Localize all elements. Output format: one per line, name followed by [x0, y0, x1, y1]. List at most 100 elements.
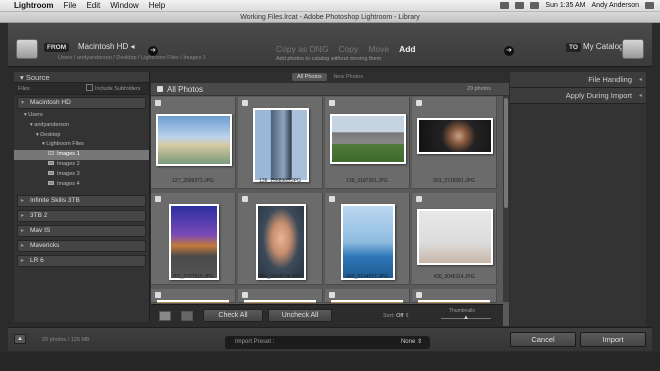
thumbnails-label: Thumbnails — [449, 308, 475, 314]
menubar-status: Sun 1:35 AM Andy Anderson — [500, 2, 660, 9]
menu-edit[interactable]: Edit — [86, 1, 100, 10]
window-title: Working Files.lrcat - Adobe Photoshop Li… — [0, 12, 660, 23]
menu-help[interactable]: Help — [149, 1, 165, 10]
photo-thumbnail[interactable] — [157, 300, 229, 303]
photo-thumbnail[interactable] — [329, 114, 406, 164]
include-subfolders-checkbox[interactable]: Include Subfolders — [86, 83, 141, 95]
uncheck-all-button[interactable]: Uncheck All — [268, 309, 332, 322]
photo-cell[interactable]: 430_3124527.JPG — [325, 193, 410, 285]
volume-mav-is[interactable]: Mav IS — [17, 225, 146, 238]
preset-value[interactable]: None ⇕ — [401, 336, 422, 349]
photo-thumbnail[interactable] — [244, 300, 316, 303]
battery-icon[interactable] — [530, 2, 540, 9]
mode-add[interactable]: Add — [399, 44, 416, 54]
thumbnail-size-slider[interactable]: ▲ — [441, 315, 491, 321]
photo-checkbox[interactable] — [155, 196, 161, 202]
tab-all-photos[interactable]: All Photos — [292, 73, 327, 81]
photo-cell[interactable]: 436_3048114.JPG — [412, 193, 497, 285]
photo-filename: 430_3124527.JPG — [346, 274, 388, 280]
folder-images-3[interactable]: Images 3 — [14, 170, 149, 180]
photo-cell[interactable]: 136_3187281.JPG — [325, 97, 410, 189]
photo-thumbnail[interactable] — [340, 203, 395, 280]
grid-view-icon[interactable] — [159, 311, 171, 321]
photo-checkbox[interactable] — [242, 196, 248, 202]
photo-cell[interactable]: 136_2568965.JPG — [238, 97, 323, 189]
mode-copy[interactable]: Copy — [338, 44, 358, 54]
volume-3tb-2[interactable]: 3TB 2 — [17, 210, 146, 223]
menu-lightroom[interactable]: Lightroom — [14, 1, 54, 10]
photo-thumbnail[interactable] — [416, 208, 493, 265]
sort-control[interactable]: Sort: Off ⇕ — [383, 313, 410, 319]
photo-thumbnail[interactable] — [155, 114, 232, 166]
user-name[interactable]: Andy Anderson — [592, 2, 639, 9]
photo-thumbnail[interactable] — [252, 108, 309, 182]
photo-cell[interactable]: 201_2715581.JPG — [412, 97, 497, 189]
catalog-drive-icon — [622, 39, 644, 59]
photo-thumbnail[interactable] — [416, 117, 493, 154]
import-preset-selector[interactable]: Import Preset : None ⇕ — [225, 336, 430, 349]
photo-cell[interactable]: 127_2589372.JPG — [151, 97, 236, 189]
grid-scrollbar[interactable] — [503, 96, 509, 302]
photo-checkbox[interactable] — [329, 100, 335, 106]
photo-cell[interactable] — [412, 289, 497, 303]
source-selector[interactable]: Macintosh HD ◂ — [78, 42, 134, 51]
volume-infinite-skills-3tb[interactable]: Infinite Skills 3TB — [17, 195, 146, 208]
panel-file-handling[interactable]: File Handling ◂ — [510, 72, 646, 88]
photo-checkbox[interactable] — [242, 100, 248, 106]
photo-thumbnail[interactable] — [168, 203, 219, 280]
photo-checkbox[interactable] — [329, 196, 335, 202]
volume-lr-6[interactable]: LR 6 — [17, 255, 146, 268]
cancel-button[interactable]: Cancel — [510, 332, 576, 347]
wifi-icon[interactable] — [515, 2, 525, 9]
folder-desktop[interactable]: ▾ Desktop — [14, 131, 149, 141]
photo-checkbox[interactable] — [242, 292, 248, 298]
menu-file[interactable]: File — [64, 1, 77, 10]
photo-checkbox[interactable] — [416, 196, 422, 202]
status-icon[interactable] — [500, 2, 510, 9]
clock[interactable]: Sun 1:35 AM — [545, 2, 585, 9]
filmstrip-strip — [0, 352, 660, 371]
select-all-checkbox[interactable] — [157, 86, 163, 92]
spotlight-icon[interactable] — [645, 2, 654, 9]
panel-apply-during-import[interactable]: Apply During Import ◂ — [510, 88, 646, 104]
tab-new-photos[interactable]: New Photos — [328, 73, 368, 81]
arrow-right-icon[interactable]: ➜ — [148, 46, 158, 56]
folder-images-2[interactable]: Images 2 — [14, 160, 149, 170]
source-panel-header[interactable]: ▾ Source — [14, 72, 149, 83]
photo-checkbox[interactable] — [329, 292, 335, 298]
photo-thumbnail[interactable] — [331, 300, 403, 303]
photo-cell[interactable]: 201_2727819.JPG — [151, 193, 236, 285]
scrollbar-thumb[interactable] — [504, 98, 508, 208]
photo-cell[interactable] — [151, 289, 236, 303]
folder-users[interactable]: ▾ Users — [14, 111, 149, 121]
check-all-button[interactable]: Check All — [203, 309, 263, 322]
photo-cell[interactable] — [238, 289, 323, 303]
photo-filename: 136_3187281.JPG — [346, 178, 388, 184]
photo-thumbnail[interactable] — [418, 300, 490, 303]
folder-andyanderson[interactable]: ▾ andyanderson — [14, 121, 149, 131]
folder-images-4[interactable]: Images 4 — [14, 180, 149, 190]
slider-knob[interactable]: ▲ — [463, 315, 469, 321]
photo-checkbox[interactable] — [416, 292, 422, 298]
photo-cell[interactable] — [325, 289, 410, 303]
folder-icon — [48, 151, 54, 156]
loupe-view-icon[interactable] — [181, 311, 193, 321]
folder-images-1[interactable]: Images 1 — [14, 150, 149, 160]
folder-lightroom-files[interactable]: ▾ Lightroom Files — [14, 140, 149, 150]
volume-mavericks[interactable]: Mavericks — [17, 240, 146, 253]
mode-copy-dng[interactable]: Copy as DNG — [276, 44, 328, 54]
photo-thumbnail[interactable] — [255, 203, 306, 280]
menu-window[interactable]: Window — [110, 1, 138, 10]
mode-move[interactable]: Move — [368, 44, 389, 54]
volume-list: Infinite Skills 3TB 3TB 2 Mav IS Mavericks L… — [14, 195, 149, 268]
import-button[interactable]: Import — [580, 332, 646, 347]
arrow-right-icon[interactable]: ➜ — [504, 46, 514, 56]
folder-icon — [48, 160, 54, 165]
photo-cell[interactable]: 285_2943174.JPG — [238, 193, 323, 285]
photo-checkbox[interactable] — [155, 292, 161, 298]
source-drive-icon[interactable] — [16, 39, 38, 59]
photo-checkbox[interactable] — [416, 100, 422, 106]
collapse-up-icon[interactable]: ▲ — [14, 334, 26, 344]
photo-checkbox[interactable] — [155, 100, 161, 106]
volume-macintosh-hd[interactable]: Macintosh HD — [17, 97, 146, 109]
